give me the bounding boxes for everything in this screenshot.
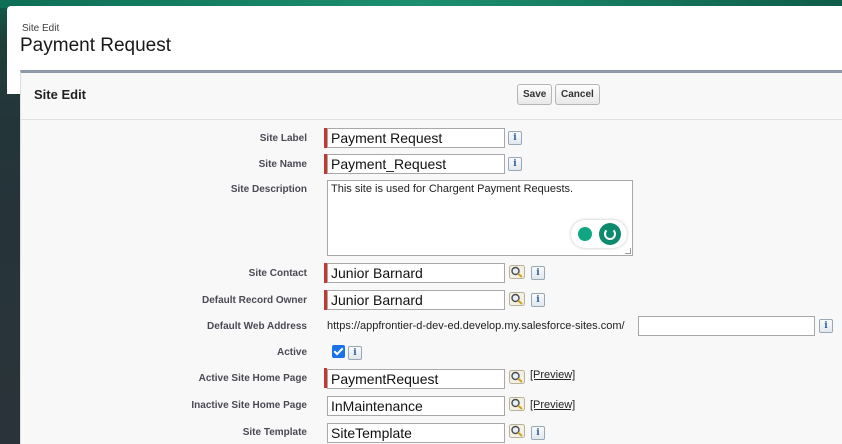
lookup-magnifier-icon[interactable] — [509, 370, 525, 384]
active-label: Active — [276, 347, 307, 358]
grammarly-logo-icon — [599, 223, 621, 245]
grammarly-icon[interactable] — [571, 220, 627, 248]
active-home-page-label: Active Site Home Page — [198, 373, 307, 384]
site-edit-panel: Site Edit Save Cancel Site Label Payment… — [20, 70, 842, 444]
site-name-input[interactable]: Payment_Request — [327, 154, 505, 174]
lookup-magnifier-icon[interactable] — [509, 292, 525, 306]
info-icon[interactable]: i — [508, 131, 522, 145]
site-contact-input[interactable]: Junior Barnard — [327, 263, 505, 283]
panel-header: Site Edit Save Cancel — [21, 73, 842, 120]
resize-handle-icon[interactable] — [625, 248, 631, 254]
save-button[interactable]: Save — [517, 84, 553, 105]
site-contact-label: Site Contact — [248, 268, 307, 279]
active-checkbox[interactable] — [332, 345, 345, 358]
default-record-owner-label: Default Record Owner — [201, 295, 307, 306]
info-icon[interactable]: i — [531, 293, 545, 307]
site-description-text: This site is used for Chargent Payment R… — [331, 183, 574, 195]
site-template-label: Site Template — [242, 427, 307, 438]
grammarly-suggestion-icon — [578, 227, 592, 241]
info-icon[interactable]: i — [348, 346, 362, 360]
lookup-magnifier-icon[interactable] — [509, 265, 525, 279]
default-web-address-label: Default Web Address — [206, 321, 307, 332]
panel-title: Site Edit — [34, 87, 87, 102]
site-label-input[interactable]: Payment Request — [327, 128, 505, 148]
lookup-magnifier-icon[interactable] — [509, 424, 525, 438]
inactive-home-page-label: Inactive Site Home Page — [191, 400, 307, 411]
site-description-label: Site Description — [230, 184, 307, 195]
inactive-home-page-input[interactable]: InMaintenance — [327, 396, 505, 416]
page-title: Payment Request — [20, 35, 172, 56]
inactive-home-preview-link[interactable]: [Preview] — [530, 399, 575, 411]
info-icon[interactable]: i — [819, 319, 833, 333]
info-icon[interactable]: i — [531, 266, 545, 280]
default-record-owner-input[interactable]: Junior Barnard — [327, 290, 505, 310]
web-address-prefix: https://appfrontier-d-dev-ed.develop.my.… — [327, 320, 625, 332]
site-template-input[interactable]: SiteTemplate — [327, 423, 505, 443]
web-address-input[interactable] — [638, 316, 815, 336]
active-home-page-input[interactable]: PaymentRequest — [327, 369, 505, 389]
site-name-label: Site Name — [258, 159, 307, 170]
page-eyebrow: Site Edit — [22, 23, 60, 34]
lookup-magnifier-icon[interactable] — [509, 397, 525, 411]
info-icon[interactable]: i — [531, 426, 545, 440]
active-home-preview-link[interactable]: [Preview] — [530, 369, 575, 381]
site-label-label: Site Label — [259, 133, 307, 144]
cancel-button[interactable]: Cancel — [555, 84, 600, 105]
info-icon[interactable]: i — [508, 157, 522, 171]
